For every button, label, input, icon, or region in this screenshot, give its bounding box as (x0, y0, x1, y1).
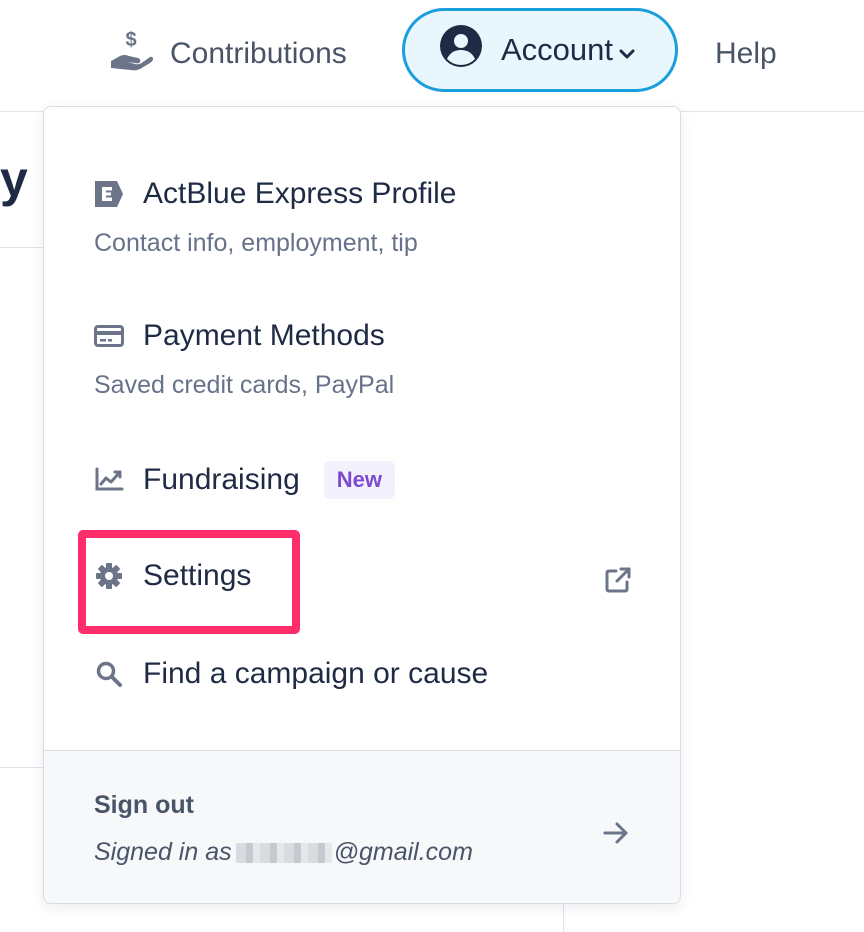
nav-help-link[interactable]: Help (715, 30, 777, 78)
hand-dollar-icon: $ (108, 28, 154, 80)
menu-item-sublabel: Saved credit cards, PayPal (94, 371, 395, 399)
user-circle-icon (439, 24, 483, 76)
page: $ Contributions Account Help y ActBlue E… (0, 0, 864, 932)
express-e-icon (93, 178, 125, 210)
account-menu-button[interactable]: Account (402, 8, 678, 92)
signed-in-as-text: Signed in as @gmail.com (94, 838, 473, 867)
bg-divider (563, 904, 564, 932)
page-heading-fragment: y (0, 151, 28, 207)
sign-out-label: Sign out (94, 791, 194, 819)
menu-item-label: Payment Methods (143, 319, 385, 352)
bg-divider (0, 767, 44, 768)
menu-item-label: Fundraising (143, 463, 300, 496)
redacted-email-username (235, 842, 332, 863)
bg-divider (0, 247, 44, 248)
nav-contributions-label: Contributions (170, 37, 347, 70)
menu-item-payment-methods[interactable]: Payment Methods (93, 319, 385, 353)
search-icon (93, 658, 125, 690)
menu-item-find-campaign[interactable]: Find a campaign or cause (93, 657, 488, 691)
chevron-down-icon (619, 32, 635, 68)
highlight-annotation-box (78, 530, 300, 634)
menu-item-fundraising[interactable]: Fundraising New (93, 461, 396, 499)
new-badge: New (323, 461, 396, 499)
menu-item-sublabel: Contact info, employment, tip (94, 229, 418, 257)
menu-item-label: Find a campaign or cause (143, 657, 489, 690)
menu-item-label: ActBlue Express Profile (143, 177, 457, 210)
arrow-right-icon (602, 821, 630, 850)
account-label: Account (501, 32, 614, 67)
svg-text:$: $ (125, 29, 136, 51)
chart-line-icon (93, 464, 125, 496)
account-dropdown-menu: ActBlue Express Profile Contact info, em… (43, 106, 681, 904)
credit-card-icon (93, 320, 125, 352)
menu-item-express-profile[interactable]: ActBlue Express Profile (93, 177, 456, 211)
external-link-icon[interactable] (603, 565, 633, 600)
signed-in-prefix: Signed in as (94, 838, 232, 866)
nav-contributions[interactable]: $ Contributions (108, 24, 347, 84)
sign-out-section[interactable]: Sign out Signed in as @gmail.com (44, 751, 680, 903)
email-domain: @gmail.com (333, 838, 473, 866)
